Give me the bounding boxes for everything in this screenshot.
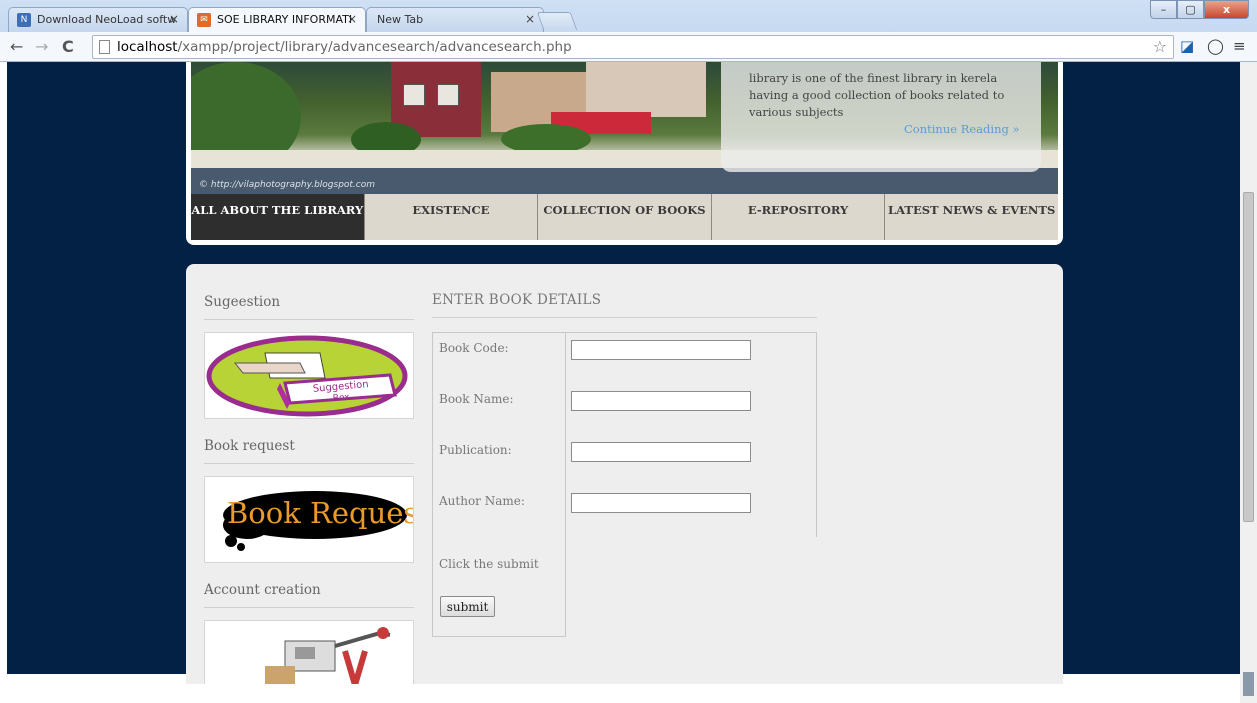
intro-text: library is one of the finest library in … — [749, 71, 1005, 119]
window-controls: – ▢ x — [1150, 0, 1249, 20]
minimize-button[interactable]: – — [1150, 0, 1177, 19]
intro-overlay: library is one of the finest library in … — [721, 62, 1041, 172]
browser-toolbar: ← → C localhost/xampp/project/library/ad… — [0, 32, 1257, 62]
tab-title: New Tab — [377, 13, 424, 26]
form-label-column — [432, 332, 566, 637]
browser-chrome: N Download NeoLoad softw × ✉ SOE LIBRARY… — [0, 0, 1257, 62]
account-creation-image[interactable] — [204, 620, 414, 684]
tab-title: Download NeoLoad softw — [37, 13, 177, 26]
author-name-input[interactable] — [571, 493, 751, 513]
book-name-label: Book Name: — [439, 392, 514, 406]
nav-item-about[interactable]: ALL ABOUT THE LIBRARY — [191, 194, 364, 240]
svg-text:Book Request: Book Request — [227, 496, 414, 530]
close-window-button[interactable]: x — [1204, 0, 1249, 19]
tab-new-tab[interactable]: New Tab × — [366, 7, 544, 32]
nav-item-collection[interactable]: COLLECTION OF BOOKS — [537, 194, 711, 240]
submit-hint: Click the submit — [439, 557, 539, 571]
book-request-icon: Book Request — [223, 491, 414, 551]
account-creation-heading: Account creation — [204, 582, 414, 608]
neoload-favicon-icon: N — [17, 13, 31, 27]
scrollbar-thumb[interactable] — [1243, 192, 1254, 522]
nav-item-news-events[interactable]: LATEST NEWS & EVENTS — [884, 194, 1058, 240]
page-viewport: © http://vilaphotography.blogspot.com li… — [0, 62, 1257, 703]
close-tab-icon[interactable]: × — [169, 12, 179, 26]
tab-strip: N Download NeoLoad softw × ✉ SOE LIBRARY… — [0, 0, 1257, 32]
suggestion-box-image[interactable]: Suggestion Box — [204, 332, 414, 419]
book-code-label: Book Code: — [439, 341, 509, 355]
tab-title: SOE LIBRARY INFORMATI — [217, 13, 353, 26]
extension-icon[interactable]: ◪ — [1180, 38, 1194, 54]
banner-image: © http://vilaphotography.blogspot.com li… — [191, 62, 1058, 194]
author-name-label: Author Name: — [439, 494, 525, 508]
new-tab-button[interactable] — [536, 12, 578, 30]
maximize-button[interactable]: ▢ — [1177, 0, 1204, 19]
machine-icon — [265, 627, 391, 684]
book-name-input[interactable] — [571, 391, 751, 411]
nav-item-existence[interactable]: EXISTENCE — [363, 194, 538, 240]
book-request-image[interactable]: Book Request — [204, 476, 414, 563]
back-arrow-icon[interactable]: ← — [10, 37, 23, 56]
vertical-scrollbar[interactable] — [1240, 62, 1257, 703]
suggestion-box-icon: Suggestion Box — [206, 335, 408, 417]
content-panel: Sugeestion Suggestion Box Book request B… — [186, 264, 1063, 684]
forward-arrow-icon[interactable]: → — [35, 37, 48, 56]
form-title: ENTER BOOK DETAILS — [432, 292, 817, 318]
bookmark-star-icon[interactable]: ☆ — [1153, 37, 1167, 56]
book-code-input[interactable] — [571, 340, 751, 360]
svg-text:Box: Box — [332, 393, 350, 404]
close-tab-icon[interactable]: × — [525, 12, 535, 26]
scrollbar-down-handle[interactable] — [1243, 672, 1254, 696]
banner-watermark: © http://vilaphotography.blogspot.com — [199, 180, 376, 190]
header: © http://vilaphotography.blogspot.com li… — [186, 62, 1063, 245]
opera-icon[interactable]: ◯ — [1207, 38, 1224, 54]
tab-soe-library[interactable]: ✉ SOE LIBRARY INFORMATI × — [188, 7, 366, 32]
close-tab-icon[interactable]: × — [347, 12, 357, 26]
publication-input[interactable] — [571, 442, 751, 462]
book-request-heading: Book request — [204, 438, 414, 464]
nav-item-e-repository[interactable]: E-REPOSITORY — [710, 194, 885, 240]
menu-icon[interactable]: ≡ — [1233, 38, 1246, 54]
xampp-favicon-icon: ✉ — [197, 13, 211, 27]
reload-icon[interactable]: C — [62, 37, 74, 56]
suggestion-heading: Sugeestion — [204, 294, 414, 320]
submit-button[interactable]: submit — [440, 596, 495, 617]
main-nav: ALL ABOUT THE LIBRARY EXISTENCE COLLECTI… — [191, 194, 1058, 240]
tab-neoload[interactable]: N Download NeoLoad softw × — [8, 7, 188, 32]
url-text: localhost/xampp/project/library/advances… — [117, 39, 572, 55]
address-bar[interactable]: localhost/xampp/project/library/advances… — [92, 35, 1174, 59]
continue-reading-link[interactable]: Continue Reading » — [904, 122, 1020, 136]
publication-label: Publication: — [439, 443, 512, 457]
page-icon — [99, 40, 110, 54]
